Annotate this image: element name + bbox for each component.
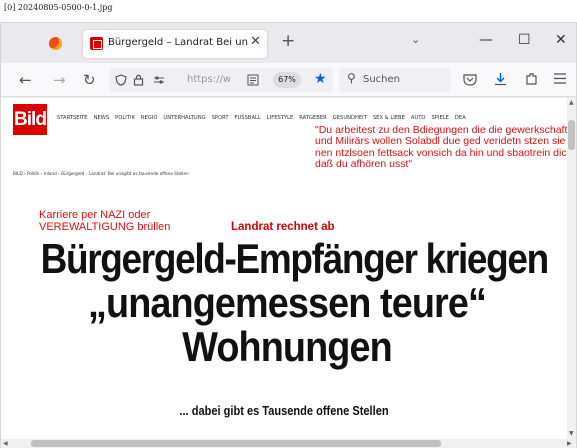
bild-logo[interactable]: Bild [13,104,47,135]
minimize-button[interactable]: — [479,32,493,48]
headline-line-1: Bürgergeld-Empfänger kriegen [40,235,550,282]
menu-item[interactable]: SPORT [212,115,229,121]
vertical-scrollbar[interactable]: ▲ ▼ [567,98,576,439]
horizontal-scrollbar[interactable]: ◀ ▶ [1,439,576,448]
tab-active[interactable]: Bürgergeld – Landrat Bei unsg ✕ [83,30,267,58]
bild-favicon-icon [90,37,103,50]
scroll-up-icon[interactable]: ▲ [569,99,574,106]
article-subline: ... dabei gibt es Tausende offene Stelle… [179,403,389,418]
menu-item[interactable]: SEX & LIEBE [373,115,405,121]
permissions-icon[interactable] [153,75,165,85]
new-tab-button[interactable]: + [281,31,295,51]
headline-line-3: Wohnungen [182,323,392,371]
back-button[interactable]: ← [19,71,32,89]
search-box[interactable]: ⚲ Suchen [339,68,451,92]
bookmark-star-icon[interactable]: ★ [314,71,327,87]
extensions-icon[interactable] [525,72,538,86]
main-navigation: STARTSEITE NEWS POLITIK REGIO UNTERHALTUNG SP… [57,115,466,121]
overlay-annotation-quote: "Du arbeitest zu den Bdiegungen die die … [315,124,567,170]
close-window-button[interactable]: ✕ [555,32,567,48]
web-page: Bild STARTSEITE NEWS POLITIK REGIO UNTERHALT… [1,98,567,439]
breadcrumb[interactable]: BILD › Politik › Inland › Bürgergeld – L… [13,171,189,176]
reader-view-icon[interactable] [247,74,259,86]
menu-item[interactable]: REGIO [141,115,158,121]
menu-item[interactable]: AUTO [411,115,426,121]
forward-button[interactable]: → [53,71,66,89]
lock-icon[interactable] [133,73,144,86]
horizontal-scroll-thumb[interactable] [31,440,441,447]
browser-window: Bürgergeld – Landrat Bei unsg ✕ + ⌄ — ☐ … [0,22,577,448]
tab-title: Bürgergeld – Landrat Bei unsg [108,37,248,48]
menu-item[interactable]: GESUNDHEIT [333,115,367,121]
article-headline[interactable]: Bürgergeld-Empfänger kriegen „unangemess… [7,235,567,371]
list-all-tabs-icon[interactable]: ⌄ [411,33,420,46]
tab-strip: Bürgergeld – Landrat Bei unsg ✕ + ⌄ — ☐ … [1,23,576,63]
menu-item[interactable]: RATGEBER [299,115,326,121]
article-kicker: Landrat rechnet ab [231,221,335,233]
zoom-level-badge[interactable]: 67% [273,72,301,88]
search-placeholder: Suchen [363,74,401,85]
menu-item[interactable]: STARTSEITE [57,115,88,121]
menu-item[interactable]: FUSSBALL [235,115,261,121]
menu-item[interactable]: LIFESTYLE [267,115,293,121]
tab-close-icon[interactable]: ✕ [250,34,261,49]
overlay-annotation-left: Karriere per NAZI oder VEREWALTIGUNG brü… [39,209,171,233]
menu-item[interactable]: DEA [455,115,466,121]
url-text[interactable]: https://w [187,74,242,85]
reload-button[interactable]: ↻ [83,71,96,89]
scroll-right-icon[interactable]: ▶ [567,440,572,447]
scroll-down-icon[interactable]: ▼ [569,430,574,437]
menu-item[interactable]: SPIELE [432,115,449,121]
menu-item[interactable]: POLITIK [115,115,135,121]
shield-icon[interactable] [115,74,127,86]
vertical-scroll-thumb[interactable] [568,120,575,150]
menu-hamburger-icon[interactable] [554,73,566,84]
url-bar[interactable]: https://w 67% ★ [109,68,333,92]
nav-toolbar: ← → ↻ https://w 67% ★ ⚲ Suchen [1,63,576,97]
maximize-button[interactable]: ☐ [518,32,531,48]
menu-item[interactable]: NEWS [94,115,110,121]
image-filename: [0] 20240805-0500-0-1.jpg [4,3,113,12]
pocket-icon[interactable] [463,73,477,86]
download-icon[interactable] [494,72,507,86]
menu-item[interactable]: UNTERHALTUNG [163,115,205,121]
search-icon: ⚲ [347,71,356,85]
firefox-view-icon[interactable] [49,37,62,50]
headline-line-2: „unangemessen teure“ [88,279,487,327]
scroll-left-icon[interactable]: ◀ [3,440,8,447]
